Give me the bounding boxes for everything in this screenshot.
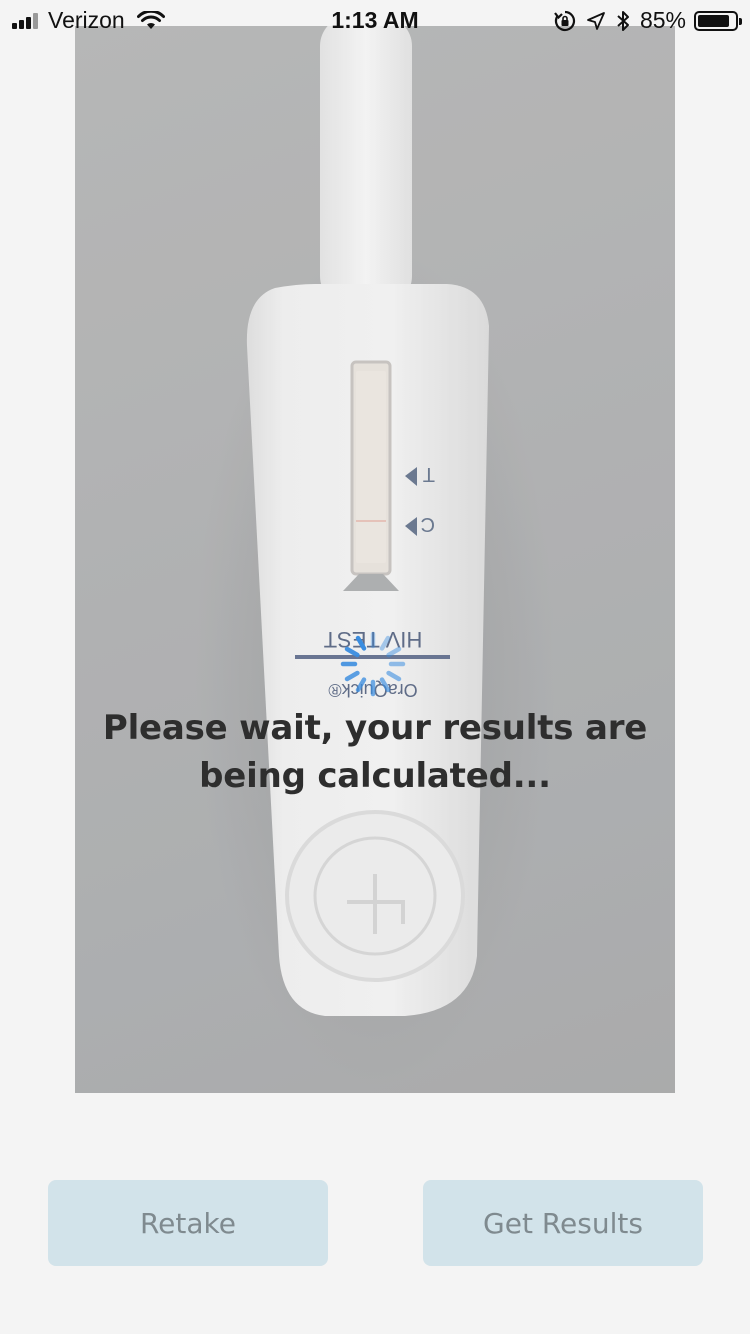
get-results-button[interactable]: Get Results <box>423 1180 703 1266</box>
spinner-spoke <box>386 670 402 682</box>
location-arrow-icon <box>587 11 605 30</box>
calculating-message: Please wait, your results are being calc… <box>102 708 648 796</box>
spinner-spoke <box>355 677 367 693</box>
status-right: 85% <box>554 7 742 34</box>
orientation-lock-icon <box>554 10 576 31</box>
test-device-image: T C HIV TEST OraQuick® <box>75 26 675 1093</box>
spinner-spoke <box>344 646 360 658</box>
captured-test-photo: T C HIV TEST OraQuick® <box>75 26 675 1093</box>
battery-level-fill <box>698 14 729 27</box>
retake-button[interactable]: Retake <box>48 1180 328 1266</box>
spinner-spoke <box>379 635 391 651</box>
bluetooth-icon <box>617 10 629 31</box>
battery-icon <box>694 10 742 31</box>
loading-spinner-icon <box>340 631 406 697</box>
battery-percentage: 85% <box>639 7 686 33</box>
screen: Verizon 1:13 AM 85% T C HIV TEST Please … <box>0 0 750 1334</box>
spinner-spoke <box>355 635 367 651</box>
spinner-spoke <box>344 670 360 682</box>
spinner-spoke <box>386 646 402 658</box>
spinner-spoke <box>379 677 391 693</box>
status-bar: Verizon 1:13 AM 85% <box>0 0 750 40</box>
